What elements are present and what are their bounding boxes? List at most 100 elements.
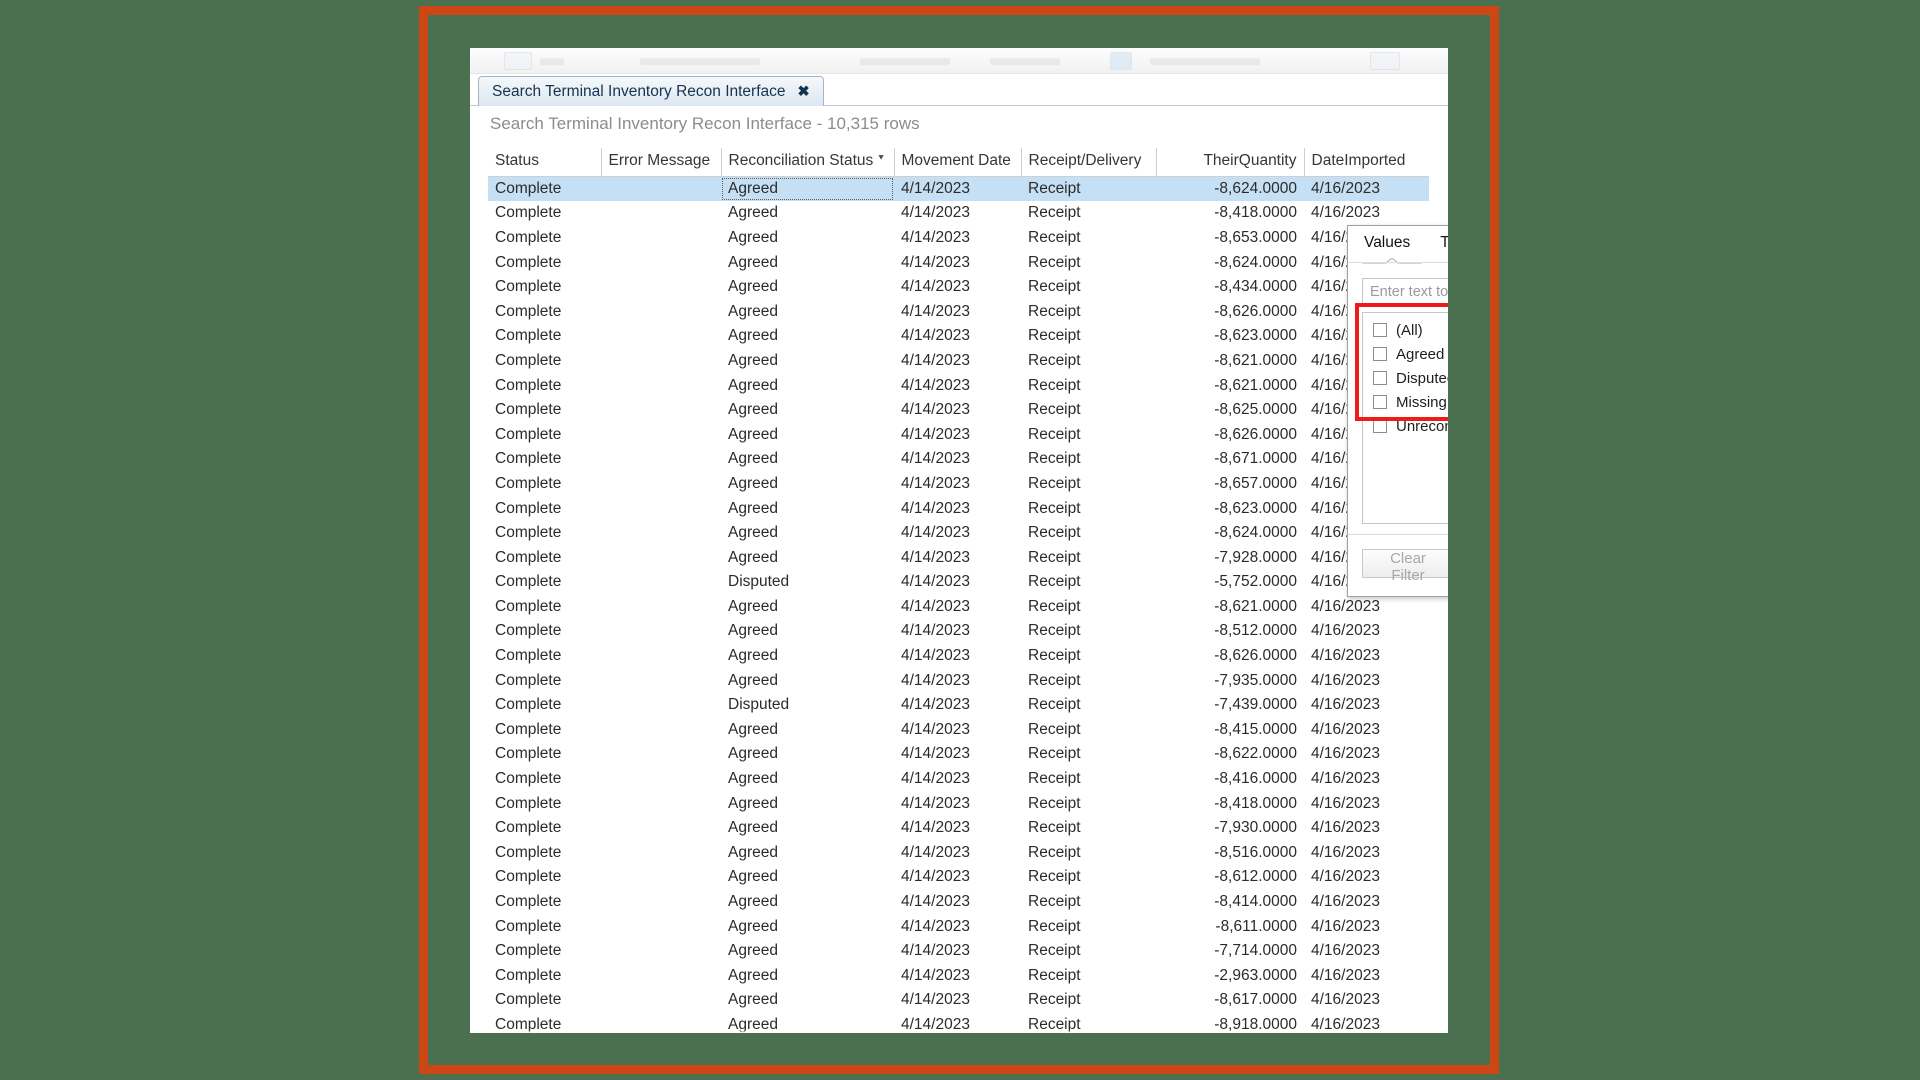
cell-moved[interactable]: 4/14/2023 [894,496,1021,521]
cell-qty[interactable]: -8,512.0000 [1156,619,1304,644]
cell-status[interactable]: Complete [488,816,601,841]
cell-rd[interactable]: Receipt [1021,545,1156,570]
cell-imported[interactable]: 4/16/2023 [1304,619,1429,644]
cell-status[interactable]: Complete [488,496,601,521]
table-row[interactable]: CompleteAgreed4/14/2023Receipt-8,621.000… [488,349,1429,374]
cell-rd[interactable]: Receipt [1021,914,1156,939]
table-row[interactable]: CompleteAgreed4/14/2023Receipt-8,624.000… [488,250,1429,275]
cell-status[interactable]: Complete [488,201,601,226]
cell-rd[interactable]: Receipt [1021,226,1156,251]
cell-qty[interactable]: -8,624.0000 [1156,250,1304,275]
cell-moved[interactable]: 4/14/2023 [894,890,1021,915]
cell-moved[interactable]: 4/14/2023 [894,939,1021,964]
cell-rd[interactable]: Receipt [1021,619,1156,644]
cell-recon[interactable]: Agreed [721,668,894,693]
cell-imported[interactable]: 4/16/2023 [1304,595,1429,620]
cell-rd[interactable]: Receipt [1021,816,1156,841]
table-row[interactable]: CompleteAgreed4/14/2023Receipt-8,512.000… [488,619,1429,644]
table-row[interactable]: CompleteDisputed4/14/2023Receipt-5,752.0… [488,570,1429,595]
cell-error[interactable] [601,841,721,866]
cell-status[interactable]: Complete [488,299,601,324]
cell-status[interactable]: Complete [488,767,601,792]
cell-qty[interactable]: -8,623.0000 [1156,496,1304,521]
cell-qty[interactable]: -8,617.0000 [1156,988,1304,1013]
table-row[interactable]: CompleteAgreed4/14/2023Receipt-8,416.000… [488,767,1429,792]
cell-recon[interactable]: Agreed [721,177,894,202]
cell-error[interactable] [601,791,721,816]
cell-qty[interactable]: -8,653.0000 [1156,226,1304,251]
cell-rd[interactable]: Receipt [1021,988,1156,1013]
filter-option-agreed[interactable]: Agreed [1363,342,1448,366]
cell-status[interactable]: Complete [488,619,601,644]
cell-moved[interactable]: 4/14/2023 [894,447,1021,472]
cell-moved[interactable]: 4/14/2023 [894,619,1021,644]
cell-rd[interactable]: Receipt [1021,595,1156,620]
cell-error[interactable] [601,718,721,743]
cell-error[interactable] [601,816,721,841]
table-row[interactable]: CompleteAgreed4/14/2023Receipt-8,611.000… [488,914,1429,939]
cell-recon[interactable]: Disputed [721,693,894,718]
cell-qty[interactable]: -7,928.0000 [1156,545,1304,570]
cell-moved[interactable]: 4/14/2023 [894,718,1021,743]
cell-moved[interactable]: 4/14/2023 [894,299,1021,324]
cell-recon[interactable]: Agreed [721,545,894,570]
cell-rd[interactable]: Receipt [1021,496,1156,521]
cell-qty[interactable]: -8,625.0000 [1156,398,1304,423]
cell-status[interactable]: Complete [488,250,601,275]
cell-status[interactable]: Complete [488,890,601,915]
cell-rd[interactable]: Receipt [1021,939,1156,964]
cell-rd[interactable]: Receipt [1021,668,1156,693]
table-row[interactable]: CompleteAgreed4/14/2023Receipt-8,612.000… [488,865,1429,890]
cell-recon[interactable]: Agreed [721,865,894,890]
cell-imported[interactable]: 4/16/2023 [1304,668,1429,693]
cell-status[interactable]: Complete [488,742,601,767]
column-header-dateimported[interactable]: DateImported [1304,148,1429,177]
table-row[interactable]: CompleteAgreed4/14/2023Receipt-8,653.000… [488,226,1429,251]
cell-recon[interactable]: Agreed [721,644,894,669]
cell-imported[interactable]: 4/16/2023 [1304,988,1429,1013]
cell-error[interactable] [601,767,721,792]
cell-moved[interactable]: 4/14/2023 [894,668,1021,693]
cell-rd[interactable]: Receipt [1021,177,1156,202]
cell-rd[interactable]: Receipt [1021,521,1156,546]
cell-error[interactable] [601,226,721,251]
cell-qty[interactable]: -8,418.0000 [1156,201,1304,226]
cell-moved[interactable]: 4/14/2023 [894,816,1021,841]
cell-rd[interactable]: Receipt [1021,718,1156,743]
cell-qty[interactable]: -7,439.0000 [1156,693,1304,718]
cell-status[interactable]: Complete [488,595,601,620]
cell-recon[interactable]: Agreed [721,226,894,251]
cell-qty[interactable]: -8,626.0000 [1156,644,1304,669]
cell-error[interactable] [601,250,721,275]
cell-status[interactable]: Complete [488,349,601,374]
cell-error[interactable] [601,939,721,964]
cell-recon[interactable]: Agreed [721,841,894,866]
cell-moved[interactable]: 4/14/2023 [894,595,1021,620]
cell-status[interactable]: Complete [488,988,601,1013]
toolbar-button-ghost-2[interactable] [1110,52,1132,70]
filter-option-disputed[interactable]: Disputed [1363,366,1448,390]
cell-imported[interactable]: 4/16/2023 [1304,964,1429,989]
cell-rd[interactable]: Receipt [1021,742,1156,767]
cell-status[interactable]: Complete [488,964,601,989]
cell-qty[interactable]: -8,415.0000 [1156,718,1304,743]
cell-error[interactable] [601,521,721,546]
column-filter-popup[interactable]: Values Text Filters (All)AgreedDisputedM… [1347,225,1448,597]
column-header-reconciliation-status[interactable]: Reconciliation Status▼ [721,148,894,177]
cell-recon[interactable]: Agreed [721,914,894,939]
table-row[interactable]: CompleteAgreed4/14/2023Receipt-8,621.000… [488,373,1429,398]
cell-recon[interactable]: Agreed [721,718,894,743]
cell-rd[interactable]: Receipt [1021,472,1156,497]
cell-error[interactable] [601,890,721,915]
table-row[interactable]: CompleteAgreed4/14/2023Receipt-8,623.000… [488,324,1429,349]
cell-rd[interactable]: Receipt [1021,570,1156,595]
table-row[interactable]: CompleteAgreed4/14/2023Receipt-8,414.000… [488,890,1429,915]
cell-rd[interactable]: Receipt [1021,865,1156,890]
cell-moved[interactable]: 4/14/2023 [894,398,1021,423]
cell-status[interactable]: Complete [488,693,601,718]
cell-imported[interactable]: 4/16/2023 [1304,865,1429,890]
cell-moved[interactable]: 4/14/2023 [894,545,1021,570]
cell-qty[interactable]: -8,626.0000 [1156,299,1304,324]
cell-recon[interactable]: Agreed [721,816,894,841]
table-row[interactable]: CompleteAgreed4/14/2023Receipt-7,928.000… [488,545,1429,570]
